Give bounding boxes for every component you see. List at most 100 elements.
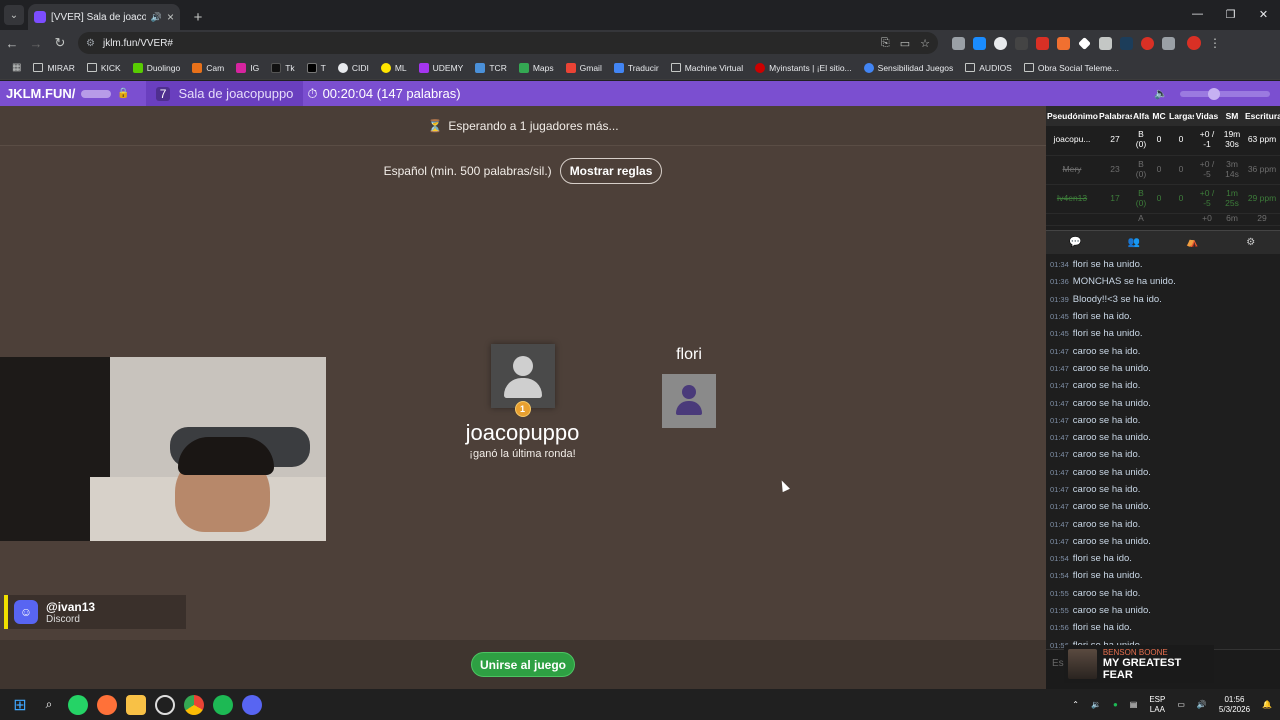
bookmark-link[interactable]: CIDI xyxy=(332,62,375,73)
col-header[interactable]: Palabras xyxy=(1098,106,1132,126)
bookmark-link[interactable]: TCR xyxy=(469,62,512,73)
bookmark-link[interactable]: Tk xyxy=(265,62,300,73)
show-rules-button[interactable]: Mostrar reglas xyxy=(559,158,663,184)
bookmark-folder[interactable]: Machine Virtual xyxy=(665,63,749,73)
translate-icon[interactable]: ⎘ xyxy=(881,37,890,50)
webcam-overlay xyxy=(0,357,326,541)
clock-date: 5/3/2026 xyxy=(1218,704,1251,714)
spotify-icon[interactable] xyxy=(213,694,233,715)
bookmark-label: CIDI xyxy=(351,62,369,73)
forward-icon[interactable]: → xyxy=(24,31,48,55)
extension-icon[interactable] xyxy=(952,36,965,50)
apps-grid-icon[interactable]: ▦ xyxy=(6,62,27,73)
cell: 1m 25s xyxy=(1220,184,1244,214)
chat-message: 01:39 Bloody!!<3 se ha ido. xyxy=(1050,291,1276,308)
cell: 0 xyxy=(1168,126,1194,156)
bookmark-star-icon[interactable]: ☆ xyxy=(920,37,930,50)
chrome-icon[interactable] xyxy=(184,694,204,715)
bookmark-link[interactable]: Traducir xyxy=(608,62,665,73)
extension-icon[interactable] xyxy=(994,36,1007,50)
chat-log[interactable]: 01:34 flori se ha unido. 01:36 MONCHAS se h… xyxy=(1046,254,1280,658)
cell xyxy=(1098,213,1132,226)
extension-icon[interactable] xyxy=(1078,36,1091,50)
new-tab-icon[interactable]: + xyxy=(188,7,208,27)
bookmark-folder[interactable]: AUDIOS xyxy=(959,63,1018,73)
avatar-body xyxy=(676,401,702,415)
audio-playing-icon[interactable]: 🔊 xyxy=(151,12,162,23)
bookmark-link[interactable]: ML xyxy=(375,62,413,73)
bookmark-link[interactable]: T xyxy=(301,62,332,73)
firefox-icon[interactable] xyxy=(97,694,117,715)
bookmark-link[interactable]: Gmail xyxy=(560,62,608,73)
cast-icon[interactable]: ▭ xyxy=(900,37,910,50)
bookmark-folder[interactable]: MIRAR xyxy=(27,63,80,73)
extension-icon[interactable] xyxy=(973,36,986,50)
bookmark-label: AUDIOS xyxy=(979,62,1012,73)
whatsapp-icon[interactable] xyxy=(68,694,88,715)
network-icon[interactable]: ▭ xyxy=(1177,700,1185,709)
speaker-icon[interactable]: 🔈 xyxy=(1154,87,1168,100)
tab-chat[interactable]: 💬 xyxy=(1046,231,1105,254)
join-game-button[interactable]: Unirse al juego xyxy=(471,652,575,677)
extension-icon[interactable] xyxy=(1057,36,1070,50)
extension-icon[interactable] xyxy=(1141,36,1154,50)
close-tab-icon[interactable]: × xyxy=(167,10,174,24)
address-bar[interactable]: ⚙ jklm.fun/VVER# ⎘ ▭ ☆ xyxy=(78,32,938,54)
notification-icon[interactable]: 🔔 xyxy=(1262,700,1272,709)
bookmark-folder[interactable]: Obra Social Teleme... xyxy=(1018,63,1125,73)
bookmark-link[interactable]: Myinstants | ¡El sitio... xyxy=(749,62,858,73)
volume-slider-knob[interactable] xyxy=(1208,87,1220,100)
clock[interactable]: 01:56 5/3/2026 xyxy=(1219,695,1250,714)
bookmark-link[interactable]: IG xyxy=(230,62,265,73)
col-header[interactable]: Largas xyxy=(1168,106,1194,126)
col-header[interactable]: Pseudónimo xyxy=(1046,106,1098,126)
bookmark-folder[interactable]: KICK xyxy=(81,63,127,73)
chevron-up-icon[interactable]: ⌃ xyxy=(1072,700,1079,709)
bookmark-link[interactable]: Sensibilidad Juegos xyxy=(858,62,960,73)
file-explorer-icon[interactable] xyxy=(126,694,146,715)
tray-app-icon[interactable]: ● xyxy=(1113,700,1118,709)
menu-dots-icon[interactable]: ⋮ xyxy=(1209,36,1221,50)
steam-icon[interactable] xyxy=(155,694,175,715)
discord-taskbar-icon[interactable] xyxy=(242,694,262,715)
bookmark-link[interactable]: Cam xyxy=(186,62,230,73)
bookmark-link[interactable]: Duolingo xyxy=(127,62,187,73)
audio-device-icon[interactable]: 🔉 xyxy=(1091,700,1101,709)
cell: Mery xyxy=(1046,155,1098,185)
windows-start-icon[interactable]: ⊞ xyxy=(10,695,30,715)
col-header[interactable]: SM xyxy=(1220,106,1244,126)
bookmark-link[interactable]: UDEMY xyxy=(413,62,470,73)
col-header[interactable]: Vidas xyxy=(1194,106,1220,126)
minimize-icon[interactable]: — xyxy=(1181,0,1214,28)
profile-avatar[interactable] xyxy=(1187,36,1201,50)
volume-slider[interactable] xyxy=(1180,87,1270,100)
tab-search-icon[interactable]: ⌄ xyxy=(4,5,24,25)
reload-icon[interactable]: ↻ xyxy=(48,31,72,55)
col-header[interactable]: MC xyxy=(1150,106,1168,126)
extension-icon[interactable] xyxy=(1120,36,1133,50)
site-link[interactable]: JKLM.FUN/ 🔒 xyxy=(0,81,136,106)
tab-settings[interactable]: ⚙ xyxy=(1222,231,1280,254)
tab-players[interactable]: 👥 xyxy=(1105,231,1164,254)
lock-icon[interactable]: 🔒 xyxy=(117,88,129,99)
restore-icon[interactable]: ❐ xyxy=(1214,0,1247,28)
search-icon[interactable]: ⌕ xyxy=(39,695,59,715)
bookmark-link[interactable]: Maps xyxy=(513,62,560,73)
puzzle-icon[interactable] xyxy=(1162,36,1175,50)
adblock-icon[interactable] xyxy=(1036,36,1049,50)
extension-icon[interactable] xyxy=(1015,36,1028,50)
shield-icon[interactable] xyxy=(1099,36,1112,50)
room-code-blurred xyxy=(81,89,112,98)
chat-bubble-icon: 💬 xyxy=(1069,237,1082,248)
site-info-icon[interactable]: ⚙ xyxy=(86,38,95,49)
browser-tab-active[interactable]: [VVER] Sala de joacopuppo 🔊 × xyxy=(28,4,180,30)
col-header[interactable]: Escritura xyxy=(1244,106,1280,126)
tab-room[interactable]: ⛺ xyxy=(1163,231,1222,254)
col-header[interactable]: Alfa xyxy=(1132,106,1150,126)
table-row: A +0 6m 29 xyxy=(1046,213,1280,226)
close-window-icon[interactable]: ✕ xyxy=(1247,0,1280,28)
tray-app-icon[interactable]: ▤ xyxy=(1130,700,1138,709)
volume-icon[interactable]: 🔊 xyxy=(1197,700,1207,709)
back-icon[interactable]: ← xyxy=(0,31,24,55)
language-indicator[interactable]: ESP LAA xyxy=(1149,695,1165,714)
